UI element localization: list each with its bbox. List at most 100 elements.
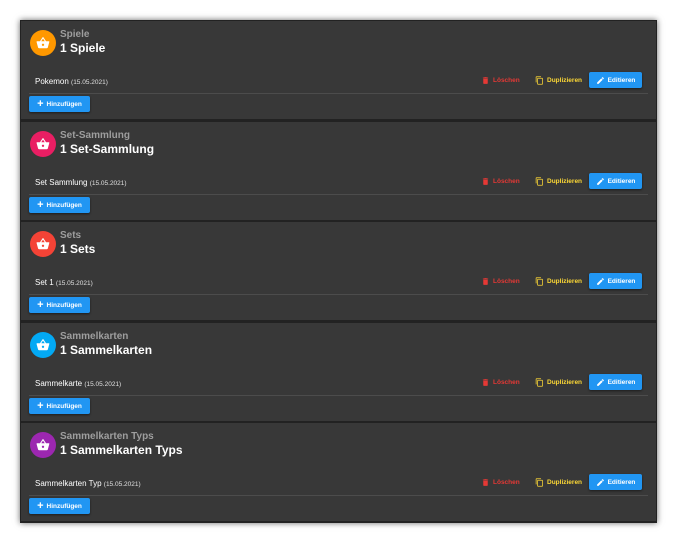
duplicate-label: Duplizieren [547, 76, 583, 84]
section-category: Spiele [60, 29, 90, 40]
section-category: Sammelkarten Typs [60, 431, 154, 442]
copy-icon [535, 276, 543, 286]
item-name: Sammelkarte [35, 379, 83, 388]
edit-button[interactable]: Editieren [589, 273, 642, 289]
pencil-icon [596, 277, 604, 285]
basket-icon [30, 332, 56, 358]
item-date: (15.05.2021) [89, 180, 127, 187]
duplicate-label: Duplizieren [547, 277, 583, 285]
trash-icon [482, 378, 489, 386]
item-name: Pokemon [35, 77, 69, 86]
item-name: Set 1 [35, 278, 54, 287]
delete-label: Löschen [493, 378, 520, 386]
basket-icon [30, 30, 56, 56]
section-title: 1 Sammelkarten Typs [60, 443, 183, 457]
plus-icon: + [37, 298, 44, 311]
plus-icon: + [37, 198, 44, 211]
add-label: Hinzufügen [46, 201, 82, 209]
section-card-sammelkarten-typs: Sammelkarten Typs 1 Sammelkarten Typs Sa… [21, 423, 656, 521]
edit-label: Editieren [607, 378, 636, 386]
trash-icon [482, 277, 489, 285]
entity-list-panel: Spiele 1 Spiele Pokemon (15.05.2021) Lös… [20, 20, 657, 523]
copy-icon [535, 75, 543, 85]
section-card-spiele: Spiele 1 Spiele Pokemon (15.05.2021) Lös… [21, 21, 656, 119]
list-item: Sammelkarte (15.05.2021) [35, 379, 121, 388]
duplicate-button[interactable]: Duplizieren [535, 274, 582, 288]
basket-icon [30, 131, 56, 157]
edit-button[interactable]: Editieren [589, 72, 642, 88]
divider [29, 93, 648, 94]
section-card-set-sammlung: Set-Sammlung 1 Set-Sammlung Set Sammlung… [21, 122, 656, 220]
item-date: (15.05.2021) [71, 79, 108, 86]
divider [29, 495, 648, 496]
delete-button[interactable]: Löschen [481, 475, 520, 489]
pencil-icon [596, 478, 604, 486]
section-category: Sets [60, 230, 82, 241]
duplicate-label: Duplizieren [547, 378, 583, 386]
edit-label: Editieren [607, 177, 636, 185]
item-date: (15.05.2021) [55, 280, 93, 287]
section-title: 1 Set-Sammlung [60, 142, 155, 156]
list-item: Pokemon (15.05.2021) [35, 77, 108, 86]
duplicate-button[interactable]: Duplizieren [535, 375, 582, 389]
delete-button[interactable]: Löschen [481, 375, 520, 389]
pencil-icon [596, 76, 604, 84]
edit-button[interactable]: Editieren [589, 474, 642, 490]
edit-button[interactable]: Editieren [589, 374, 642, 390]
trash-icon [482, 76, 489, 84]
add-button[interactable]: + Hinzufügen [29, 96, 90, 112]
divider [29, 294, 648, 295]
edit-button[interactable]: Editieren [589, 173, 642, 189]
plus-icon: + [37, 399, 44, 412]
section-card-sammelkarten: Sammelkarten 1 Sammelkarten Sammelkarte … [21, 323, 656, 421]
delete-button[interactable]: Löschen [481, 174, 520, 188]
delete-label: Löschen [493, 177, 520, 185]
basket-icon [30, 432, 56, 458]
copy-icon [535, 176, 543, 186]
divider [29, 194, 648, 195]
delete-label: Löschen [493, 277, 520, 285]
add-button[interactable]: + Hinzufügen [29, 297, 90, 313]
plus-icon: + [37, 499, 44, 512]
edit-label: Editieren [607, 478, 636, 486]
add-button[interactable]: + Hinzufügen [29, 498, 90, 514]
copy-icon [535, 377, 543, 387]
delete-button[interactable]: Löschen [481, 274, 520, 288]
edit-label: Editieren [607, 277, 636, 285]
add-button[interactable]: + Hinzufügen [29, 197, 90, 213]
section-title: 1 Sets [60, 242, 96, 256]
trash-icon [482, 478, 489, 486]
trash-icon [482, 177, 489, 185]
item-name: Sammelkarten Typ [35, 479, 102, 488]
plus-icon: + [37, 97, 44, 110]
delete-label: Löschen [493, 76, 520, 84]
section-category: Sammelkarten [60, 331, 129, 342]
pencil-icon [596, 378, 604, 386]
delete-label: Löschen [493, 478, 520, 486]
item-date: (15.05.2021) [103, 481, 141, 488]
duplicate-button[interactable]: Duplizieren [535, 73, 582, 87]
list-item: Set Sammlung (15.05.2021) [35, 178, 127, 187]
divider [29, 395, 648, 396]
add-label: Hinzufügen [46, 502, 82, 510]
section-category: Set-Sammlung [60, 130, 131, 141]
add-button[interactable]: + Hinzufügen [29, 398, 90, 414]
duplicate-button[interactable]: Duplizieren [535, 174, 582, 188]
duplicate-button[interactable]: Duplizieren [535, 475, 582, 489]
section-title: 1 Spiele [60, 41, 106, 55]
add-label: Hinzufügen [46, 100, 82, 108]
pencil-icon [596, 177, 604, 185]
edit-label: Editieren [607, 76, 636, 84]
copy-icon [535, 477, 543, 487]
add-label: Hinzufügen [46, 301, 82, 309]
section-card-sets: Sets 1 Sets Set 1 (15.05.2021) Löschen D… [21, 222, 656, 320]
add-label: Hinzufügen [46, 402, 82, 410]
list-item: Set 1 (15.05.2021) [35, 278, 93, 287]
basket-icon [30, 231, 56, 257]
duplicate-label: Duplizieren [547, 478, 583, 486]
item-name: Set Sammlung [35, 178, 88, 187]
section-title: 1 Sammelkarten [60, 343, 153, 357]
duplicate-label: Duplizieren [547, 177, 583, 185]
list-item: Sammelkarten Typ (15.05.2021) [35, 479, 141, 488]
delete-button[interactable]: Löschen [481, 73, 520, 87]
